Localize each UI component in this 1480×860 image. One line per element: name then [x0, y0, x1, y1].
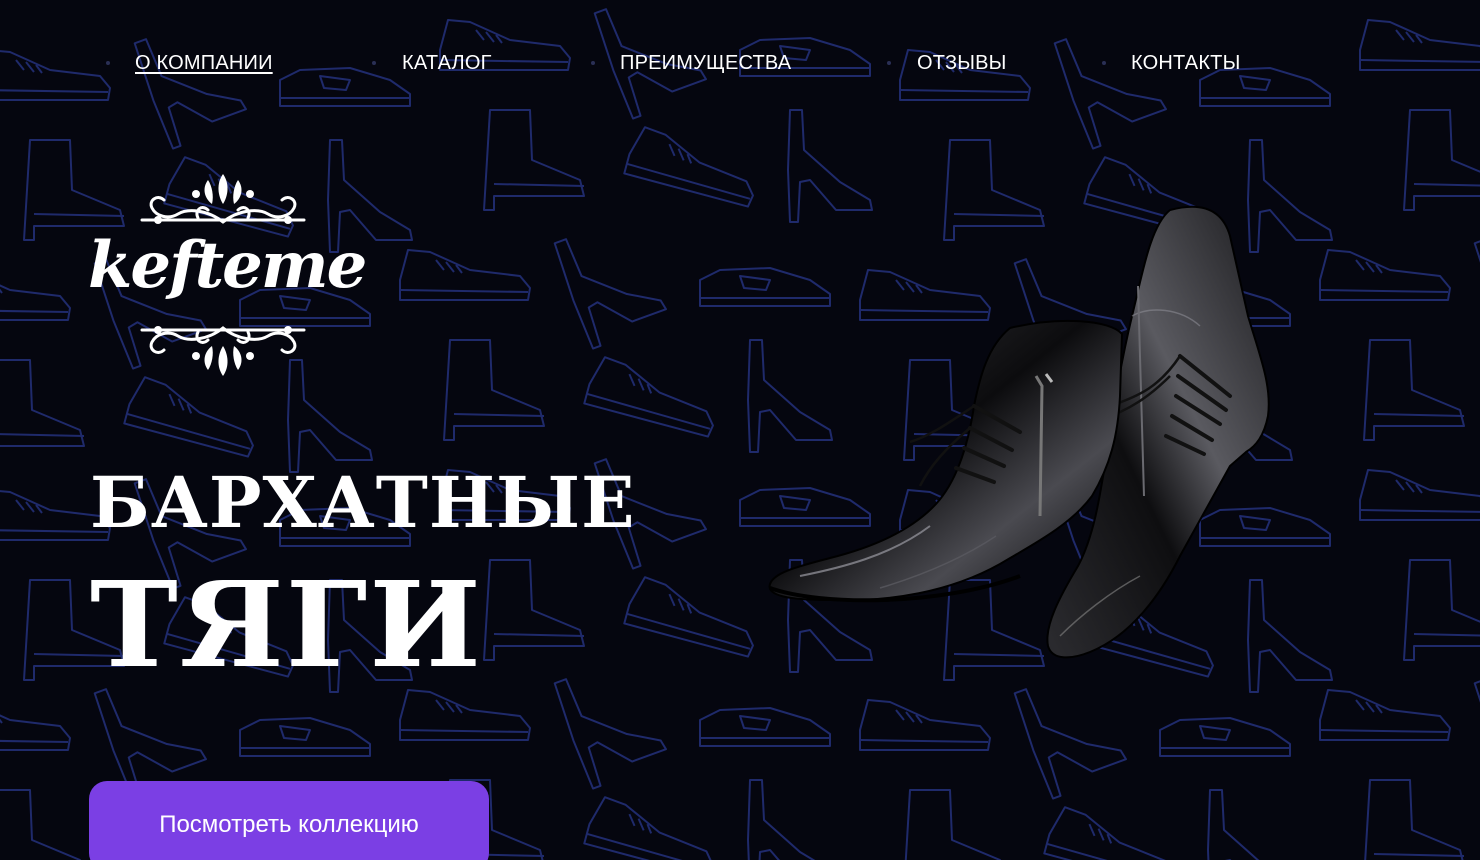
- logo-wordmark: kefteme: [88, 228, 367, 303]
- flourish-bottom-icon: [140, 326, 306, 376]
- hero-headline-line2: ТЯГИ: [90, 555, 483, 694]
- nav-item-advantages[interactable]: ПРЕИМУЩЕСТВА: [620, 48, 791, 78]
- view-collection-label: Посмотреть коллекцию: [159, 811, 419, 838]
- hero-headline-line1: БАРХАТНЫЕ: [90, 461, 636, 544]
- nav-dot: [1102, 61, 1106, 65]
- nav-item-catalog[interactable]: КАТАЛОГ: [402, 48, 492, 78]
- nav-dot: [887, 61, 891, 65]
- nav-dot: [591, 61, 595, 65]
- nav-item-reviews[interactable]: ОТЗЫВЫ: [917, 48, 1007, 78]
- nav-item-contacts[interactable]: КОНТАКТЫ: [1131, 48, 1241, 78]
- nav-item-about[interactable]: О КОМПАНИИ: [135, 48, 273, 78]
- brand-logo[interactable]: kefteme: [88, 168, 367, 386]
- black-boots-image: [768, 205, 1270, 659]
- flourish-top-icon: [140, 174, 306, 224]
- nav-dot: [106, 61, 110, 65]
- nav-dot: [372, 61, 376, 65]
- view-collection-button[interactable]: Посмотреть коллекцию: [89, 781, 489, 860]
- top-navigation: О КОМПАНИИ КАТАЛОГ ПРЕИМУЩЕСТВА ОТЗЫВЫ К…: [0, 48, 1480, 78]
- hero-page: О КОМПАНИИ КАТАЛОГ ПРЕИМУЩЕСТВА ОТЗЫВЫ К…: [0, 0, 1480, 860]
